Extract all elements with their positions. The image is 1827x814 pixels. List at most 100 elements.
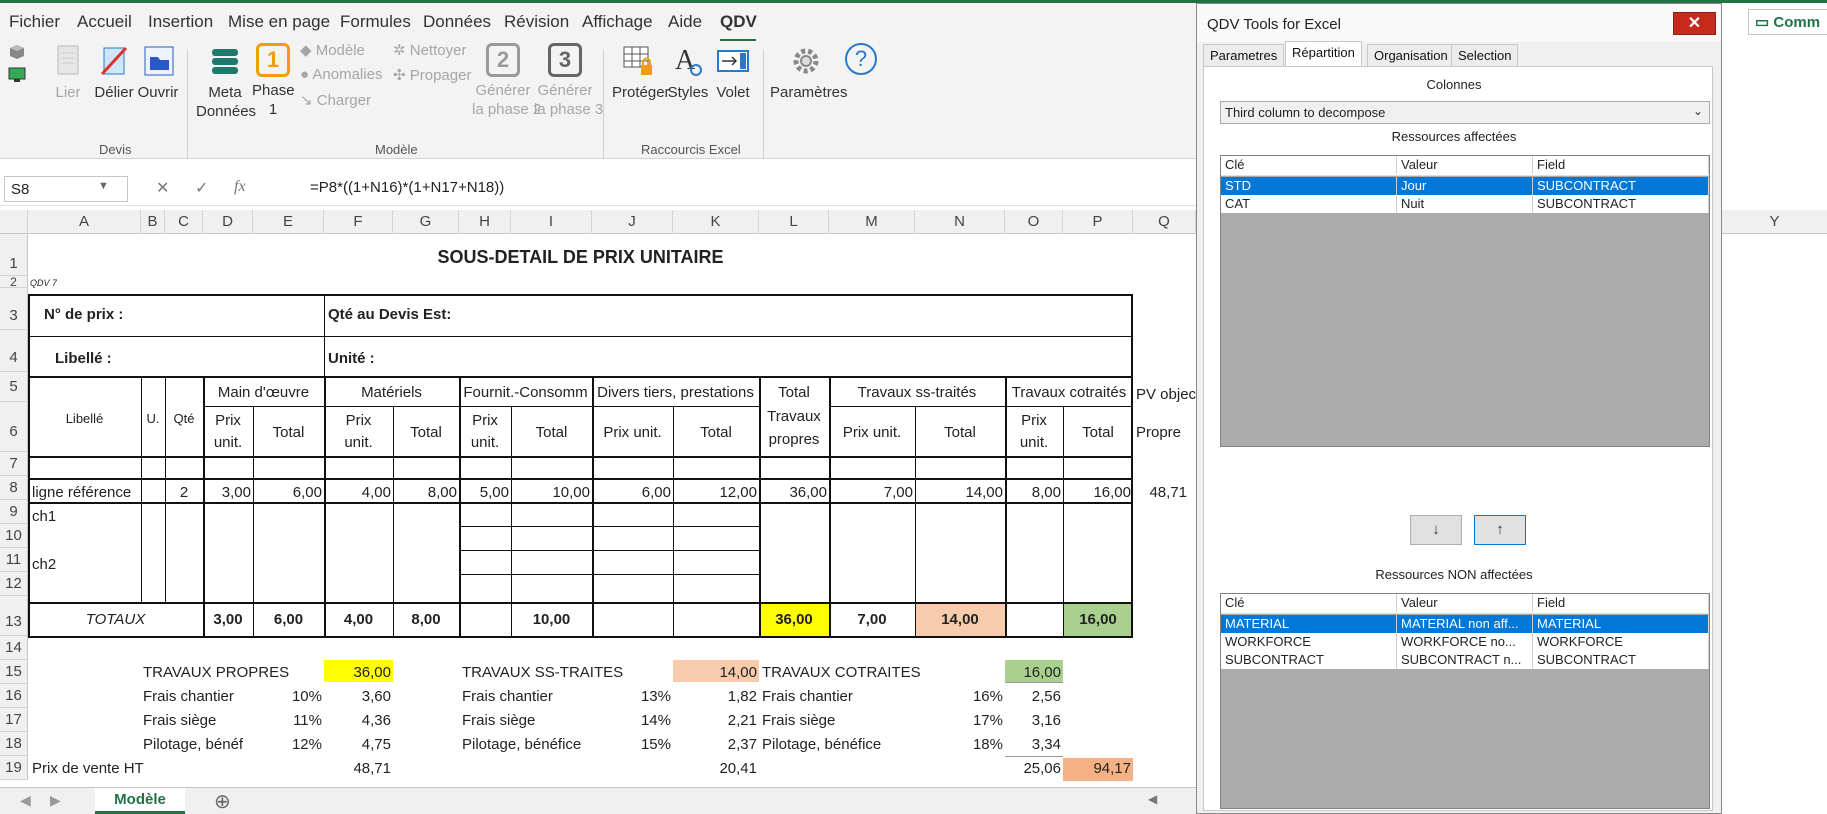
column-header-e[interactable]: E — [253, 210, 324, 234]
dialog-titlebar[interactable]: QDV Tools for Excel — [1197, 4, 1721, 42]
anomalies-button[interactable]: ● Anomalies — [300, 66, 382, 83]
col-cle[interactable]: Clé — [1221, 594, 1397, 612]
cell-l8[interactable]: 36,00 — [759, 484, 829, 502]
prev-sheet-icon[interactable]: ◀ — [20, 792, 31, 809]
cell-q8[interactable]: 48,71 — [1133, 484, 1189, 502]
comments-button[interactable]: ▭ Comm — [1748, 9, 1827, 35]
column-header-b[interactable]: B — [141, 210, 165, 234]
column-header-p[interactable]: P — [1063, 210, 1133, 234]
cube-icon[interactable] — [8, 43, 26, 61]
tab-repartition[interactable]: Répartition — [1285, 41, 1362, 66]
pv-o19[interactable]: 25,06 — [1005, 760, 1063, 778]
column-header-l[interactable]: L — [759, 210, 829, 234]
cell-a9[interactable]: ch1 — [32, 508, 56, 526]
row-header[interactable]: 3 — [0, 288, 28, 330]
row-header[interactable]: 15 — [0, 660, 28, 684]
tp-fc-value[interactable]: 3,60 — [324, 688, 393, 706]
next-sheet-icon[interactable]: ▶ — [50, 792, 61, 809]
tab-mise-en-page[interactable]: Mise en page — [228, 12, 330, 32]
fx-icon[interactable]: fx — [234, 178, 246, 196]
help-button[interactable]: ? — [843, 43, 879, 77]
column-header-n[interactable]: N — [915, 210, 1005, 234]
list-item[interactable]: WORKFORCE WORKFORCE no... WORKFORCE — [1221, 633, 1709, 651]
generer-phase2-button[interactable]: 2 Générer la phase 2 — [472, 43, 541, 119]
total-e13[interactable]: 6,00 — [253, 611, 324, 629]
cell-c8[interactable]: 2 — [165, 484, 203, 502]
column-header-k[interactable]: K — [673, 210, 759, 234]
row-header[interactable]: 6 — [0, 402, 28, 452]
row-header[interactable]: 7 — [0, 452, 28, 476]
tab-fichier[interactable]: Fichier — [9, 12, 60, 32]
cell-e8[interactable]: 6,00 — [253, 484, 324, 502]
generer-phase3-button[interactable]: 3 Générer la phase 3 — [534, 43, 603, 119]
column-header-j[interactable]: J — [592, 210, 673, 234]
non-affectees-list[interactable]: Clé Valeur Field MATERIAL MATERIAL non a… — [1220, 593, 1710, 809]
volet-button[interactable]: Volet — [712, 43, 754, 102]
col-field[interactable]: Field — [1533, 594, 1709, 612]
total-d13[interactable]: 3,00 — [203, 611, 253, 629]
styles-button[interactable]: A Styles — [666, 43, 710, 102]
ts-pb-value[interactable]: 2,37 — [673, 736, 759, 754]
column-header-a[interactable]: A — [28, 210, 141, 234]
pv-f19[interactable]: 48,71 — [324, 760, 393, 778]
list-item[interactable]: STD Jour SUBCONTRACT — [1221, 177, 1709, 195]
ts-fs-value[interactable]: 2,21 — [673, 712, 759, 730]
row-header[interactable]: 9 — [0, 500, 28, 524]
name-box[interactable]: S8 — [4, 176, 128, 202]
row-header[interactable]: 17 — [0, 708, 28, 732]
tc-pb-value[interactable]: 3,34 — [1005, 736, 1063, 754]
ouvrir-button[interactable]: Ouvrir — [137, 43, 179, 102]
col-valeur[interactable]: Valeur — [1397, 156, 1533, 174]
column-header-d[interactable]: D — [203, 210, 253, 234]
cell-g8[interactable]: 8,00 — [393, 484, 459, 502]
tc-fs-pct[interactable]: 17% — [915, 712, 1005, 730]
tc-fc-pct[interactable]: 16% — [915, 688, 1005, 706]
charger-button[interactable]: ↘ Charger — [300, 91, 371, 109]
meta-donnees-button[interactable]: Meta Données — [196, 43, 256, 121]
parametres-button[interactable]: Paramètres — [770, 43, 848, 102]
column-header-y[interactable]: Y — [1722, 210, 1827, 234]
column-header-m[interactable]: M — [829, 210, 915, 234]
tab-selection[interactable]: Selection — [1451, 44, 1519, 66]
tp-fs-value[interactable]: 4,36 — [324, 712, 393, 730]
move-up-button[interactable]: ↑ — [1474, 515, 1526, 545]
row-header[interactable]: 5 — [0, 372, 28, 402]
row-header[interactable]: 12 — [0, 572, 28, 596]
enter-icon[interactable]: ✓ — [195, 178, 208, 198]
row-header[interactable]: 1 — [0, 234, 28, 276]
add-sheet-icon[interactable]: ⊕ — [214, 789, 231, 814]
row-header[interactable]: 10 — [0, 524, 28, 548]
cell-o8[interactable]: 8,00 — [1005, 484, 1063, 502]
cell-h8[interactable]: 5,00 — [459, 484, 511, 502]
ts-fc-value[interactable]: 1,82 — [673, 688, 759, 706]
list-item[interactable]: SUBCONTRACT SUBCONTRACT n... SUBCONTRACT — [1221, 651, 1709, 669]
lier-button[interactable]: Lier — [48, 43, 88, 102]
cell-d8[interactable]: 3,00 — [203, 484, 253, 502]
list-item[interactable]: CAT Nuit SUBCONTRACT — [1221, 195, 1709, 213]
column-header-i[interactable]: I — [511, 210, 592, 234]
tab-organisation[interactable]: Organisation — [1367, 44, 1455, 66]
total-m13[interactable]: 7,00 — [829, 611, 915, 629]
row-header[interactable]: 11 — [0, 548, 28, 572]
tp-value[interactable]: 36,00 — [324, 664, 393, 682]
total-p13[interactable]: 16,00 — [1063, 611, 1133, 629]
phase1-button[interactable]: 1 Phase 1 — [252, 43, 295, 119]
proteger-button[interactable]: Protéger — [612, 43, 670, 102]
tp-fs-pct[interactable]: 11% — [253, 712, 324, 730]
row-header[interactable]: 16 — [0, 684, 28, 708]
cell-f8[interactable]: 4,00 — [324, 484, 393, 502]
row-header[interactable]: 19 — [0, 756, 28, 780]
row-header[interactable]: 2 — [0, 276, 28, 288]
total-f13[interactable]: 4,00 — [324, 611, 393, 629]
tab-affichage[interactable]: Affichage — [582, 12, 653, 32]
ts-fs-pct[interactable]: 14% — [592, 712, 673, 730]
cell-k8[interactable]: 12,00 — [673, 484, 759, 502]
tc-pb-pct[interactable]: 18% — [915, 736, 1005, 754]
cell-m8[interactable]: 7,00 — [829, 484, 915, 502]
monitor-icon[interactable] — [8, 67, 26, 83]
column-header-f[interactable]: F — [324, 210, 393, 234]
col-valeur[interactable]: Valeur — [1397, 594, 1533, 612]
spreadsheet-grid[interactable]: A B C D E F G H I J K L M N O P Q 1 2 3 … — [0, 210, 1196, 787]
tab-donnees[interactable]: Données — [423, 12, 491, 32]
row-header[interactable]: 4 — [0, 330, 28, 372]
